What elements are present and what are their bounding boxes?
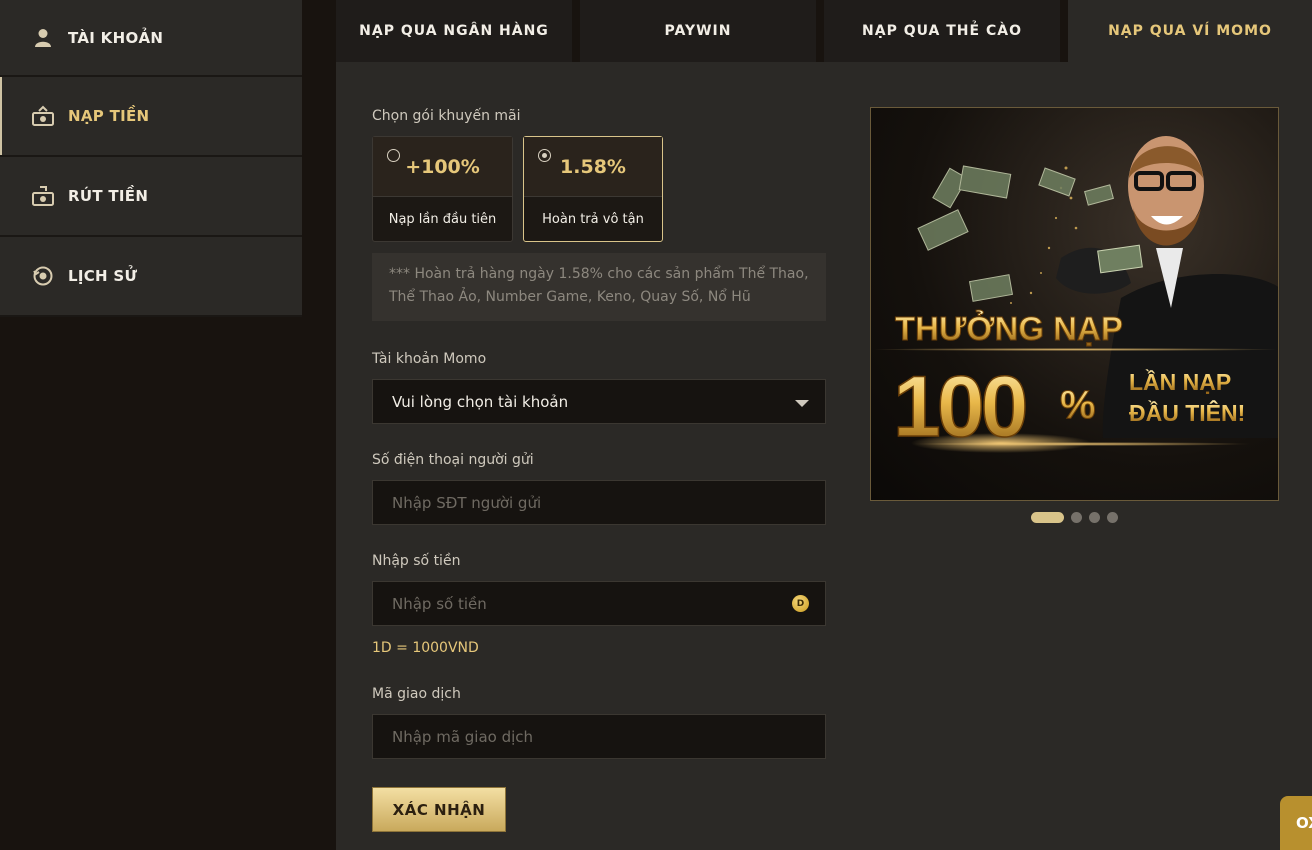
banner-percent: % — [1060, 383, 1096, 427]
promo-note: *** Hoàn trả hàng ngày 1.58% cho các sản… — [372, 253, 826, 321]
sidebar-item-deposit[interactable]: NẠP TIỀN — [0, 77, 302, 157]
promo-caption: Nạp lần đầu tiên — [388, 211, 497, 227]
sidebar-item-withdraw[interactable]: RÚT TIỀN — [0, 157, 302, 237]
tab-paywin[interactable]: PAYWIN — [580, 0, 816, 62]
promo-banner[interactable]: THƯỞNG NẠP 100 % LẦN NẠP ĐẦU TIÊN! — [870, 107, 1279, 501]
carousel-dot-4[interactable] — [1107, 512, 1118, 523]
account-select-value: Vui lòng chọn tài khoản — [392, 392, 569, 411]
carousel-dot-1[interactable] — [1031, 512, 1064, 523]
exchange-rate: 1D = 1000VND — [372, 640, 479, 656]
history-icon — [32, 265, 54, 287]
phone-input[interactable]: Nhập SĐT người gửi — [372, 480, 826, 525]
sidebar-item-label: TÀI KHOẢN — [68, 28, 164, 47]
banner-line2: ĐẦU TIÊN! — [1129, 399, 1245, 426]
promo-option-cashback[interactable]: 1.58% Hoàn trả vô tận — [523, 136, 663, 242]
radio-button[interactable] — [387, 149, 400, 162]
amount-field: Nhập số tiền Nhập số tiền D 1D = 1000VND — [372, 553, 826, 656]
user-icon — [32, 27, 54, 49]
account-label: Tài khoản Momo — [372, 351, 487, 367]
momo-deposit-form: Chọn gói khuyến mãi +100% Nạp lần đầu ti… — [372, 108, 826, 832]
coin-icon: D — [792, 595, 809, 612]
radio-button-selected[interactable] — [538, 149, 551, 162]
tab-card[interactable]: NẠP QUA THẺ CÀO — [824, 0, 1060, 62]
transaction-input[interactable]: Nhập mã giao dịch — [372, 714, 826, 759]
chevron-down-icon — [795, 400, 809, 407]
sidebar-item-label: LỊCH SỬ — [68, 267, 138, 285]
promo-value: +100% — [405, 155, 480, 178]
promo-option-header: +100% — [373, 137, 512, 197]
sidebar-item-history[interactable]: LỊCH SỬ — [0, 237, 302, 317]
carousel-dots — [1031, 512, 1118, 523]
account-select[interactable]: Vui lòng chọn tài khoản — [372, 379, 826, 424]
banner-line1: LẦN NẠP — [1129, 368, 1231, 395]
account-field: Tài khoản Momo Vui lòng chọn tài khoản — [372, 351, 826, 424]
promo-banner-art: THƯỞNG NẠP 100 % LẦN NẠP ĐẦU TIÊN! — [871, 136, 1278, 456]
phone-field: Số điện thoại người gửi Nhập SĐT người g… — [372, 452, 826, 525]
transaction-placeholder: Nhập mã giao dịch — [392, 727, 534, 746]
tab-bank[interactable]: NẠP QUA NGÂN HÀNG — [336, 0, 572, 62]
promo-option-first-deposit[interactable]: +100% Nạp lần đầu tiên — [372, 136, 513, 242]
amount-input[interactable]: Nhập số tiền D — [372, 581, 826, 626]
phone-label: Số điện thoại người gửi — [372, 452, 534, 468]
phone-placeholder: Nhập SĐT người gửi — [392, 493, 542, 512]
carousel-dot-2[interactable] — [1071, 512, 1082, 523]
tab-momo[interactable]: NẠP QUA VÍ MOMO — [1068, 0, 1312, 62]
deposit-method-tabs: NẠP QUA NGÂN HÀNG PAYWIN NẠP QUA THẺ CÀO… — [336, 0, 1312, 62]
promo-value: 1.58% — [560, 155, 626, 178]
promo-options: +100% Nạp lần đầu tiên 1.58% Hoàn trả vô… — [372, 136, 826, 242]
banner-big-number: 100 — [893, 359, 1026, 455]
amount-label: Nhập số tiền — [372, 553, 461, 569]
floating-chat-button[interactable]: OX — [1280, 796, 1312, 850]
banner-title: THƯỞNG NẠP — [895, 310, 1123, 347]
transaction-field: Mã giao dịch Nhập mã giao dịch — [372, 686, 826, 759]
transaction-label: Mã giao dịch — [372, 686, 461, 702]
sidebar-item-label: RÚT TIỀN — [68, 187, 149, 205]
confirm-button[interactable]: XÁC NHẬN — [372, 787, 506, 832]
promo-caption: Hoàn trả vô tận — [542, 211, 644, 227]
promo-label: Chọn gói khuyến mãi — [372, 108, 521, 124]
withdraw-icon — [32, 185, 54, 207]
promo-option-header: 1.58% — [524, 137, 662, 197]
amount-placeholder: Nhập số tiền — [392, 594, 487, 613]
sidebar-item-account[interactable]: TÀI KHOẢN — [0, 0, 302, 77]
carousel-dot-3[interactable] — [1089, 512, 1100, 523]
deposit-panel: NẠP QUA NGÂN HÀNG PAYWIN NẠP QUA THẺ CÀO… — [336, 0, 1312, 850]
account-sidebar: TÀI KHOẢN NẠP TIỀN RÚT TIỀN LỊCH SỬ — [0, 0, 302, 317]
sidebar-item-label: NẠP TIỀN — [68, 107, 150, 125]
deposit-icon — [32, 105, 54, 127]
